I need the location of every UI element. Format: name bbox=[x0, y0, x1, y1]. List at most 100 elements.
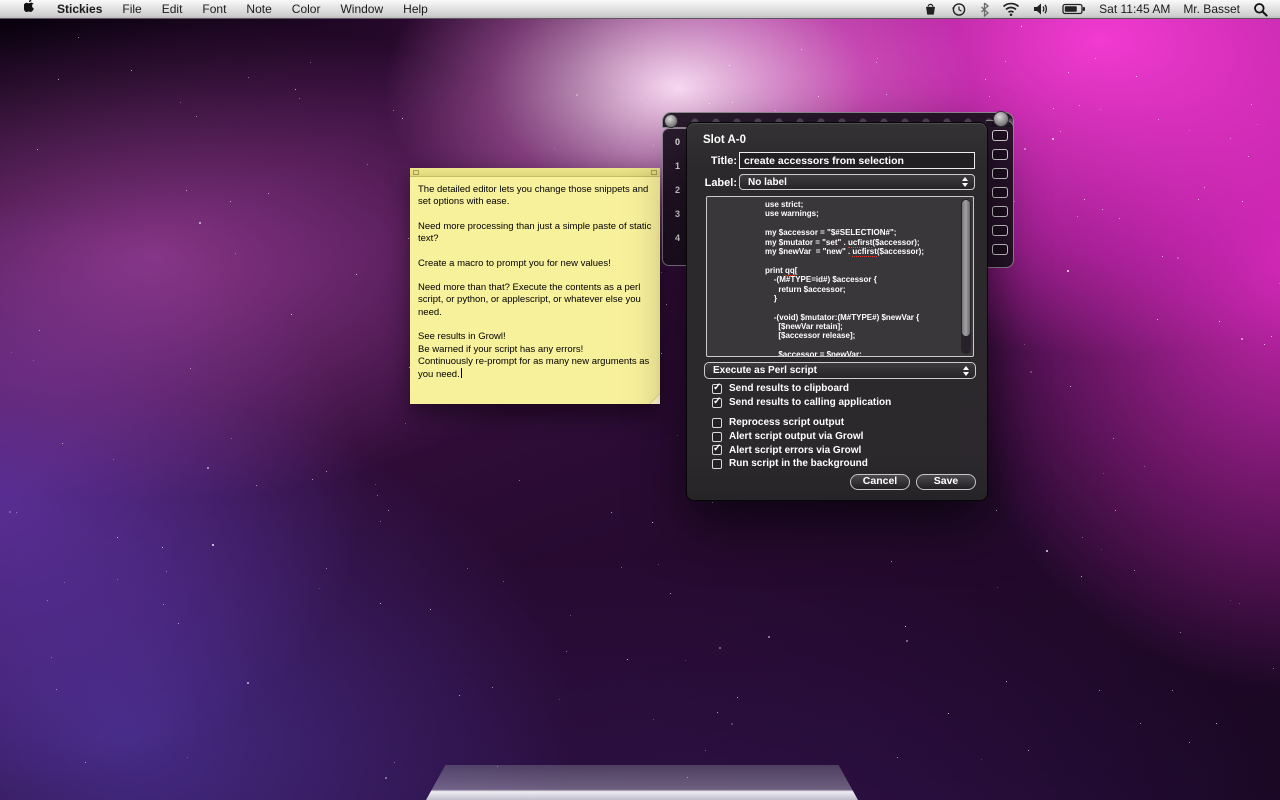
star bbox=[1157, 319, 1158, 320]
star bbox=[212, 544, 214, 546]
sticky-paragraph[interactable]: Create a macro to prompt you for new val… bbox=[418, 258, 652, 270]
app-menu-stickies[interactable]: Stickies bbox=[47, 0, 112, 18]
checkbox-label: Send results to calling application bbox=[729, 397, 891, 408]
star bbox=[196, 116, 197, 117]
bucket-icon[interactable] bbox=[923, 2, 938, 17]
star bbox=[1079, 105, 1080, 106]
star bbox=[58, 79, 59, 80]
script-editor[interactable]: use strict;use warnings; my $accessor = … bbox=[706, 196, 974, 357]
slots-window-left-knob[interactable] bbox=[664, 114, 678, 128]
star bbox=[1095, 58, 1096, 59]
checkbox-row[interactable]: Alert script errors via Growl bbox=[712, 443, 868, 457]
checkbox-label: Run script in the background bbox=[729, 458, 868, 469]
code-line: my $accessor = "$#SELECTION#"; bbox=[765, 228, 959, 237]
sticky-resize-corner[interactable] bbox=[649, 393, 660, 404]
checkbox-unchecked[interactable] bbox=[712, 432, 722, 442]
code-line: return $accessor; bbox=[765, 285, 959, 294]
time-machine-icon[interactable] bbox=[951, 1, 967, 17]
sticky-paragraph[interactable]: See results in Growl! Be warned if your … bbox=[418, 331, 652, 382]
script-code[interactable]: use strict;use warnings; my $accessor = … bbox=[707, 200, 959, 356]
slot-side-button[interactable] bbox=[992, 168, 1008, 179]
dock: A bbox=[0, 720, 1280, 800]
slot-side-button[interactable] bbox=[992, 187, 1008, 198]
star bbox=[402, 118, 403, 119]
sticky-zoom-widget[interactable] bbox=[651, 170, 657, 175]
menu-bar-clock[interactable]: Sat 11:45 AM bbox=[1099, 2, 1170, 16]
star bbox=[1198, 199, 1199, 200]
star bbox=[559, 699, 560, 700]
star bbox=[1271, 336, 1272, 337]
star bbox=[380, 603, 381, 604]
star bbox=[1189, 130, 1190, 131]
save-button[interactable]: Save bbox=[916, 474, 976, 490]
checkbox-checked[interactable] bbox=[712, 398, 722, 408]
code-line: } bbox=[765, 294, 959, 303]
checkbox-unchecked[interactable] bbox=[712, 459, 722, 469]
star bbox=[1239, 603, 1240, 604]
spotlight-icon[interactable] bbox=[1253, 2, 1268, 17]
star bbox=[166, 571, 167, 572]
checkbox-row[interactable]: Reprocess script output bbox=[712, 416, 868, 430]
star bbox=[37, 149, 38, 150]
menu-help[interactable]: Help bbox=[393, 0, 438, 18]
checkbox-row[interactable]: Send results to clipboard bbox=[712, 382, 891, 396]
star bbox=[1082, 537, 1083, 538]
sticky-paragraph[interactable]: Need more than that? Execute the content… bbox=[418, 282, 652, 319]
star bbox=[566, 651, 567, 652]
title-input[interactable] bbox=[739, 152, 975, 169]
slot-side-button[interactable] bbox=[992, 206, 1008, 217]
menu-font[interactable]: Font bbox=[192, 0, 236, 18]
star bbox=[1248, 156, 1249, 157]
star bbox=[162, 547, 163, 548]
star bbox=[1014, 201, 1015, 202]
apple-menu[interactable] bbox=[14, 0, 47, 19]
slots-window-right-knob[interactable] bbox=[993, 111, 1009, 127]
cancel-button[interactable]: Cancel bbox=[850, 474, 910, 490]
star bbox=[652, 522, 653, 523]
checkbox-row[interactable]: Alert script output via Growl bbox=[712, 430, 868, 444]
star bbox=[717, 712, 718, 713]
slot-side-button[interactable] bbox=[992, 225, 1008, 236]
sticky-close-widget[interactable] bbox=[413, 170, 419, 175]
menu-window[interactable]: Window bbox=[330, 0, 393, 18]
slot-side-button[interactable] bbox=[992, 130, 1008, 141]
checkbox-row[interactable]: Run script in the background bbox=[712, 457, 868, 471]
star bbox=[247, 682, 249, 684]
battery-icon[interactable] bbox=[1062, 3, 1086, 15]
user-switch-menu[interactable]: Mr. Basset bbox=[1183, 2, 1240, 16]
slot-side-button[interactable] bbox=[992, 149, 1008, 160]
code-line: my $newVar = "new" . ucfirst($accessor); bbox=[765, 247, 959, 256]
checkbox-checked[interactable] bbox=[712, 384, 722, 394]
star bbox=[737, 697, 738, 698]
star bbox=[1021, 26, 1022, 27]
checkbox-checked[interactable] bbox=[712, 445, 722, 455]
star bbox=[576, 94, 578, 96]
menu-note[interactable]: Note bbox=[236, 0, 281, 18]
star bbox=[1024, 148, 1026, 150]
star bbox=[1030, 371, 1032, 373]
slot-side-button[interactable] bbox=[992, 244, 1008, 255]
sticky-note-titlebar[interactable] bbox=[410, 168, 660, 177]
volume-icon[interactable] bbox=[1033, 2, 1049, 16]
star bbox=[312, 479, 313, 480]
menu-color[interactable]: Color bbox=[282, 0, 331, 18]
script-scrollbar-thumb[interactable] bbox=[962, 200, 970, 336]
menu-file[interactable]: File bbox=[112, 0, 151, 18]
star bbox=[117, 537, 118, 538]
sticky-note-text[interactable]: The detailed editor lets you change thos… bbox=[410, 177, 660, 389]
checkbox-row[interactable]: Send results to calling application bbox=[712, 396, 891, 410]
sticky-paragraph[interactable]: Need more processing than just a simple … bbox=[418, 221, 652, 246]
star bbox=[658, 564, 659, 565]
star bbox=[1103, 473, 1104, 474]
star bbox=[996, 510, 997, 511]
script-scrollbar[interactable] bbox=[961, 199, 971, 354]
label-popup[interactable]: No label bbox=[739, 174, 975, 190]
checkbox-unchecked[interactable] bbox=[712, 418, 722, 428]
sticky-paragraph[interactable]: The detailed editor lets you change thos… bbox=[418, 184, 652, 209]
bluetooth-icon[interactable] bbox=[980, 2, 989, 17]
wifi-icon[interactable] bbox=[1002, 2, 1020, 16]
star bbox=[653, 145, 654, 146]
sticky-note-window[interactable]: The detailed editor lets you change thos… bbox=[410, 168, 660, 404]
execute-as-popup[interactable]: Execute as Perl script bbox=[704, 362, 976, 379]
menu-edit[interactable]: Edit bbox=[152, 0, 193, 18]
